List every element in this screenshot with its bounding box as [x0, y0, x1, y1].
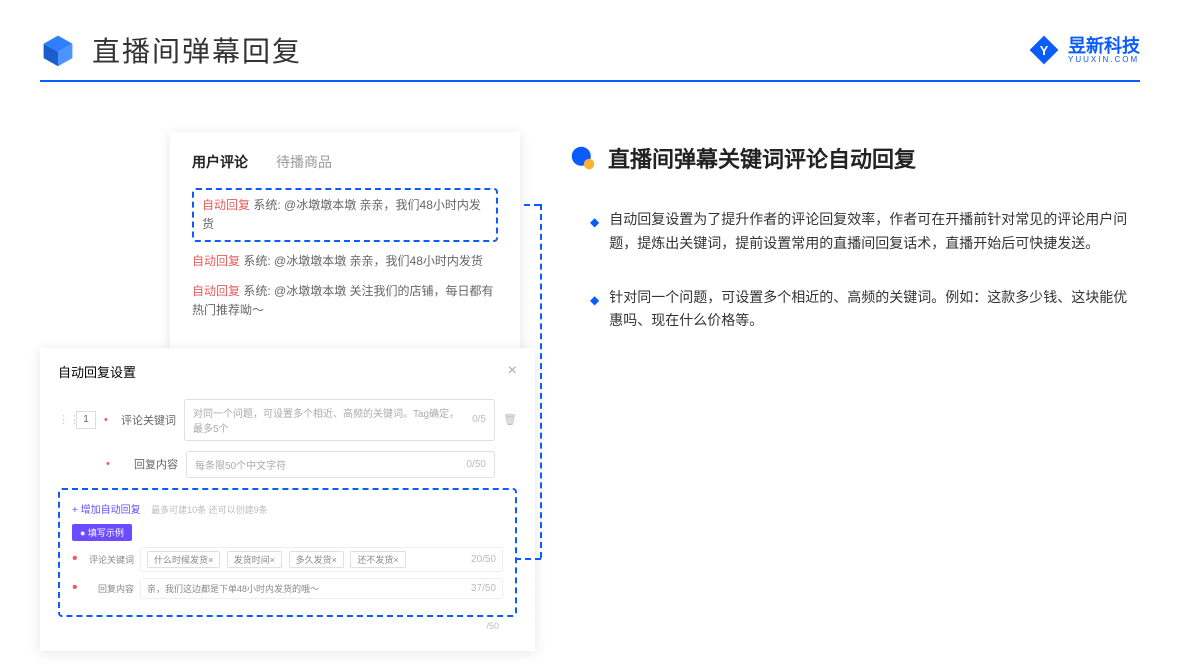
content-counter: 0/50 — [467, 459, 486, 470]
example-block: + 增加自动回复 最多可建10条 还可以创建9条 ● 填写示例 • 评论关键词 … — [58, 488, 517, 617]
close-icon[interactable]: × — [508, 362, 517, 380]
example-content-row: • 回复内容 亲，我们这边都是下单48小时内发货的哦～ 37/50 — [72, 578, 503, 599]
brand-logo: Y 昱新科技 YUUXIN.COM — [1028, 34, 1140, 66]
drag-handle-icon[interactable]: ⋮⋮ — [58, 413, 68, 426]
page-header: 直播间弹幕回复 Y 昱新科技 YUUXIN.COM — [0, 0, 1180, 80]
keyword-label: 评论关键词 — [120, 412, 176, 428]
example-keyword-row: • 评论关键词 什么时候发货× 发货时间× 多久发货× 还不发货× 20/50 — [72, 547, 503, 572]
brand-sub: YUUXIN.COM — [1068, 55, 1140, 64]
comment-row: 自动回复 系统: @冰墩墩本墩 亲亲，我们48小时内发货 — [202, 196, 488, 234]
tab-user-comments[interactable]: 用户评论 — [192, 152, 248, 172]
highlighted-comment: 自动回复 系统: @冰墩墩本墩 亲亲，我们48小时内发货 — [192, 188, 498, 242]
index-box: 1 — [76, 411, 96, 429]
tab-pending-products[interactable]: 待播商品 — [276, 152, 332, 172]
content-row: • 回复内容 每条限50个中文字符 0/50 — [58, 451, 517, 478]
section-title-row: 直播间弹幕关键词评论自动回复 — [570, 142, 1140, 174]
tag: 还不发货× — [350, 551, 405, 568]
bullet-item: ◆ 自动回复设置为了提升作者的评论回复效率，作者可在开播前针对常见的评论用户问题… — [590, 208, 1140, 256]
modal-title: 自动回复设置 — [58, 362, 136, 381]
auto-reply-label: 自动回复 — [192, 284, 240, 298]
chat-bubble-icon — [570, 145, 596, 171]
required-dot: • — [106, 458, 114, 470]
auto-reply-label: 自动回复 — [192, 254, 240, 268]
ex-content-text: 亲，我们这边都是下单48小时内发货的哦～ — [147, 582, 319, 595]
content-label: 回复内容 — [122, 456, 178, 472]
comment-text: 系统: @冰墩墩本墩 亲亲，我们48小时内发货 — [240, 254, 483, 268]
ex-keyword-label: 评论关键词 — [86, 553, 134, 566]
comments-card: 用户评论 待播商品 自动回复 系统: @冰墩墩本墩 亲亲，我们48小时内发货 自… — [170, 132, 520, 354]
comment-row: 自动回复 系统: @冰墩墩本墩 关注我们的店铺，每日都有热门推荐呦～ — [192, 282, 498, 320]
header-left: 直播间弹幕回复 — [40, 30, 302, 70]
settings-modal: 自动回复设置 × ⋮⋮ 1 • 评论关键词 对同一个问题，可设置多个相近、高频的… — [40, 348, 535, 651]
svg-text:Y: Y — [1040, 43, 1049, 58]
right-column: 直播间弹幕关键词评论自动回复 ◆ 自动回复设置为了提升作者的评论回复效率，作者可… — [570, 132, 1140, 651]
content-input[interactable]: 每条限50个中文字符 0/50 — [186, 451, 495, 478]
modal-body: ⋮⋮ 1 • 评论关键词 对同一个问题，可设置多个相近、高频的关键词。Tag确定… — [58, 399, 517, 631]
left-column: 用户评论 待播商品 自动回复 系统: @冰墩墩本墩 亲亲，我们48小时内发货 自… — [40, 132, 540, 651]
connector-line — [540, 204, 542, 558]
required-dot: • — [72, 550, 80, 568]
ex-content-label: 回复内容 — [86, 582, 134, 595]
keyword-placeholder: 对同一个问题，可设置多个相近、高频的关键词。Tag确定，最多5个 — [193, 405, 466, 435]
keyword-row: ⋮⋮ 1 • 评论关键词 对同一个问题，可设置多个相近、高频的关键词。Tag确定… — [58, 399, 517, 441]
brand-name: 昱新科技 — [1068, 37, 1140, 55]
diamond-icon: ◆ — [590, 290, 599, 334]
ex-keyword-input: 什么时候发货× 发货时间× 多久发货× 还不发货× 20/50 — [140, 547, 503, 572]
tag: 发货时间× — [227, 551, 282, 568]
keyword-input[interactable]: 对同一个问题，可设置多个相近、高频的关键词。Tag确定，最多5个 0/5 — [184, 399, 495, 441]
tag: 什么时候发货× — [147, 551, 220, 568]
connector-line — [515, 558, 541, 560]
header-divider — [40, 80, 1140, 82]
diamond-icon: ◆ — [590, 212, 599, 256]
brand-icon: Y — [1028, 34, 1060, 66]
ex-content-input: 亲，我们这边都是下单48小时内发货的哦～ 37/50 — [140, 578, 503, 599]
ex-ct-counter: 37/50 — [471, 583, 496, 594]
required-dot: • — [72, 579, 80, 597]
add-hint: 最多可建10条 还可以创建9条 — [151, 505, 268, 515]
comment-row: 自动回复 系统: @冰墩墩本墩 亲亲，我们48小时内发货 — [192, 252, 498, 271]
trail-counter: /50 — [58, 621, 517, 631]
modal-header: 自动回复设置 × — [58, 362, 517, 381]
tabs: 用户评论 待播商品 — [192, 152, 498, 172]
example-badge: ● 填写示例 — [72, 524, 132, 541]
bullet-item: ◆ 针对同一个问题，可设置多个相近的、高频的关键词。例如：这款多少钱、这块能优惠… — [590, 286, 1140, 334]
content-area: 用户评论 待播商品 自动回复 系统: @冰墩墩本墩 亲亲，我们48小时内发货 自… — [0, 102, 1180, 651]
bullet-text: 针对同一个问题，可设置多个相近的、高频的关键词。例如：这款多少钱、这块能优惠吗、… — [609, 286, 1140, 334]
trash-icon[interactable]: 🗑 — [503, 413, 517, 426]
connector-line — [524, 204, 540, 206]
bullet-list: ◆ 自动回复设置为了提升作者的评论回复效率，作者可在开播前针对常见的评论用户问题… — [570, 198, 1140, 333]
ex-kw-counter: 20/50 — [471, 554, 496, 565]
add-auto-reply-link[interactable]: + 增加自动回复 — [72, 505, 141, 516]
section-title: 直播间弹幕关键词评论自动回复 — [608, 142, 916, 174]
auto-reply-label: 自动回复 — [202, 198, 250, 212]
bullet-text: 自动回复设置为了提升作者的评论回复效率，作者可在开播前针对常见的评论用户问题，提… — [609, 208, 1140, 256]
cube-icon — [40, 32, 76, 68]
page-title: 直播间弹幕回复 — [92, 30, 302, 70]
required-dot: • — [104, 414, 112, 426]
content-placeholder: 每条限50个中文字符 — [195, 457, 286, 472]
keyword-counter: 0/5 — [472, 414, 486, 425]
tag: 多久发货× — [289, 551, 344, 568]
